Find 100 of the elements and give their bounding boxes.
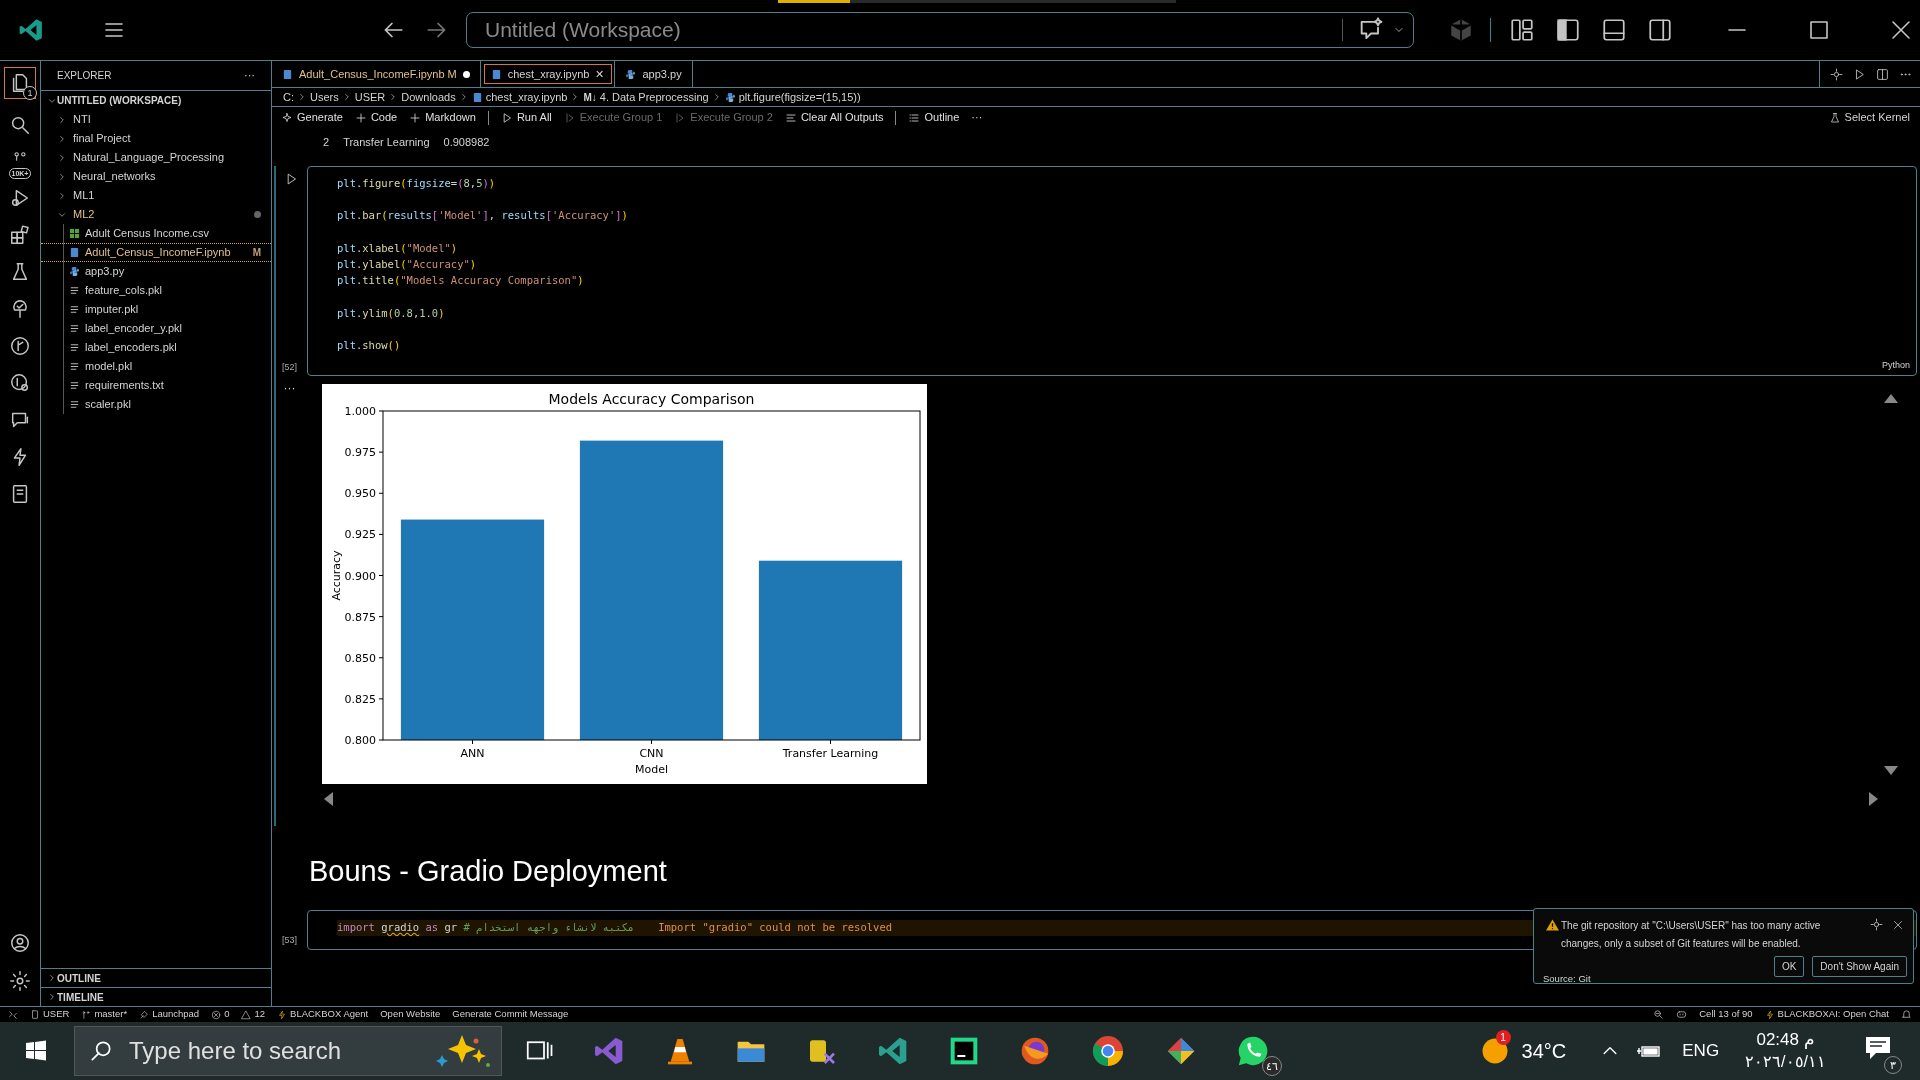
folder-item[interactable]: ML1: [41, 186, 271, 205]
status-item[interactable]: 0: [211, 1007, 230, 1022]
toolbar-button[interactable]: Generate: [281, 109, 343, 126]
code-cell[interactable]: plt.figure(figsize=(8,5)) plt.bar(results['Model'], results['Accuracy']) plt.xlabel("Model") plt.ylabel("Accuracy") plt.title("Models Accuracy Comparison") plt.ylim(0.8,1.0) plt.show() Python: [307, 166, 1917, 376]
more-actions-button[interactable]: ···: [272, 384, 307, 784]
file-item[interactable]: Adult Census Income.csv: [41, 224, 271, 243]
more-actions-button[interactable]: ···: [244, 67, 255, 84]
language-indicator[interactable]: ENG: [1682, 1038, 1720, 1064]
layout-icon[interactable]: [1509, 17, 1535, 43]
notification-button[interactable]: OK: [1773, 956, 1805, 977]
breadcrumb-item[interactable]: 4. Data Preprocessing: [599, 88, 709, 106]
split-editor-icon[interactable]: [1876, 67, 1889, 81]
file-item[interactable]: app3.py: [41, 262, 271, 281]
settings-icon[interactable]: [1870, 918, 1883, 931]
command-center[interactable]: Untitled (Workspace): [466, 12, 1414, 48]
browser-icon[interactable]: [1019, 1035, 1051, 1067]
editor-tab[interactable]: chest_xray.ipynb ✕: [480, 61, 616, 87]
branch-icon: [81, 1009, 92, 1020]
breadcrumb-item[interactable]: chest_xray.ipynb: [485, 88, 568, 106]
app-icon[interactable]: [593, 1035, 625, 1067]
settings-icon[interactable]: [1830, 67, 1843, 81]
section-header[interactable]: TIMELINE: [41, 987, 271, 1006]
close-icon[interactable]: [1892, 919, 1904, 931]
scroll-up-icon[interactable]: [1884, 394, 1898, 403]
status-item[interactable]: Launchpad: [139, 1007, 200, 1022]
file-item[interactable]: Adult_Census_IncomeF.ipynb M: [41, 243, 271, 262]
status-item[interactable]: BLACKBOXAI: Open Chat: [1764, 1007, 1889, 1022]
app-icon[interactable]: [877, 1035, 909, 1067]
run-debug-icon[interactable]: [9, 187, 31, 209]
file-item[interactable]: scaler.pkl: [41, 395, 271, 414]
file-item[interactable]: requirements.txt: [41, 376, 271, 395]
axis-label: Model: [635, 763, 668, 776]
folder-item[interactable]: final Project: [41, 129, 271, 148]
folder-item[interactable]: Neural_networks: [41, 167, 271, 186]
breadcrumb-item[interactable]: C:: [283, 88, 294, 106]
status-item[interactable]: Generate Commit Message: [452, 1007, 569, 1022]
remote-icon[interactable]: [8, 1009, 18, 1020]
diamond-icon[interactable]: [1165, 1035, 1197, 1067]
scroll-right-icon[interactable]: [1869, 792, 1878, 806]
maximize-icon[interactable]: [1807, 18, 1831, 42]
toolbar-button[interactable]: Run All: [500, 109, 552, 126]
browser-icon[interactable]: [1090, 1033, 1126, 1069]
bolt-icon: [277, 1009, 288, 1020]
account-icon[interactable]: [9, 932, 31, 954]
remote-icon[interactable]: [9, 372, 31, 394]
status-item[interactable]: 12: [241, 1007, 266, 1022]
workspace-header[interactable]: UNTITLED (WORKSPACE): [41, 91, 271, 110]
close-icon[interactable]: [1889, 18, 1913, 42]
search-icon[interactable]: [9, 114, 31, 136]
clock-date[interactable]: ٢٠٢٦/٠٥/١١: [1745, 1051, 1826, 1073]
panel-toggle-icon[interactable]: [1601, 17, 1627, 43]
section-header[interactable]: OUTLINE: [41, 968, 271, 987]
bell-icon[interactable]: [1901, 1009, 1912, 1020]
status-item[interactable]: USER: [30, 1007, 70, 1022]
explorer-button[interactable]: 1: [4, 67, 36, 99]
toolbar-button[interactable]: Markdown: [409, 109, 476, 126]
copilot-icon[interactable]: [1676, 1009, 1688, 1020]
start-icon[interactable]: [24, 1039, 48, 1063]
file-item[interactable]: model.pkl: [41, 357, 271, 376]
folder-item[interactable]: ML2: [41, 205, 271, 224]
editor-tab[interactable]: app3.py: [615, 61, 693, 87]
tick-label: 0.825: [344, 692, 376, 706]
editor-tab[interactable]: Adult_Census_IncomeF.ipynb M: [272, 61, 481, 87]
select-kernel-button[interactable]: Select Kernel: [1828, 109, 1910, 126]
settings-icon[interactable]: [9, 970, 31, 992]
status-item[interactable]: Cell 13 of 90: [1699, 1007, 1753, 1022]
toolbar-button[interactable]: Code: [354, 109, 398, 126]
close-tab-button[interactable]: ✕: [595, 65, 605, 83]
file-item[interactable]: label_encoders.pkl: [41, 338, 271, 357]
toolbar-button[interactable]: Clear All Outputs: [784, 109, 884, 126]
scroll-left-icon[interactable]: [324, 792, 333, 806]
breadcrumb-item[interactable]: USER: [354, 88, 386, 106]
breadcrumb-item[interactable]: Users: [310, 88, 339, 106]
extensions-icon[interactable]: [9, 224, 31, 246]
file-item[interactable]: label_encoder_y.pkl: [41, 319, 271, 338]
folder-item[interactable]: NTI: [41, 110, 271, 129]
git-graph-icon[interactable]: [9, 335, 31, 357]
language-label[interactable]: Python: [1881, 358, 1910, 372]
app-logo-icon[interactable]: [18, 17, 44, 43]
tick-label: ANN: [460, 747, 485, 760]
scroll-down-icon[interactable]: [1884, 766, 1898, 775]
secondary-sidebar-icon[interactable]: [1647, 17, 1673, 43]
breadcrumb-item[interactable]: plt.figure(figsize=(15,15)): [738, 88, 861, 106]
clock-time[interactable]: 02:48 م: [1756, 1029, 1815, 1051]
zoom-icon[interactable]: [1653, 1009, 1665, 1020]
search-field[interactable]: Type here to search: [74, 1026, 502, 1076]
sidebar-toggle-icon[interactable]: [1555, 17, 1581, 43]
status-item[interactable]: BLACKBOX Agent: [277, 1007, 369, 1022]
file-item[interactable]: imputer.pkl: [41, 300, 271, 319]
folder-item[interactable]: Natural_Language_Processing: [41, 148, 271, 167]
toolbar-button[interactable]: Outline: [908, 109, 960, 126]
run-icon[interactable]: [1853, 67, 1866, 81]
notifications-icon[interactable]: [1864, 1034, 1892, 1061]
status-item[interactable]: master*: [81, 1007, 128, 1022]
ide-icon[interactable]: [948, 1035, 980, 1067]
file-item[interactable]: feature_cols.pkl: [41, 281, 271, 300]
status-item[interactable]: Open Website: [380, 1007, 441, 1022]
more-actions-button[interactable]: ···: [971, 109, 983, 126]
breadcrumb-item[interactable]: Downloads: [401, 88, 456, 106]
notification-button[interactable]: Don't Show Again: [1812, 956, 1907, 977]
